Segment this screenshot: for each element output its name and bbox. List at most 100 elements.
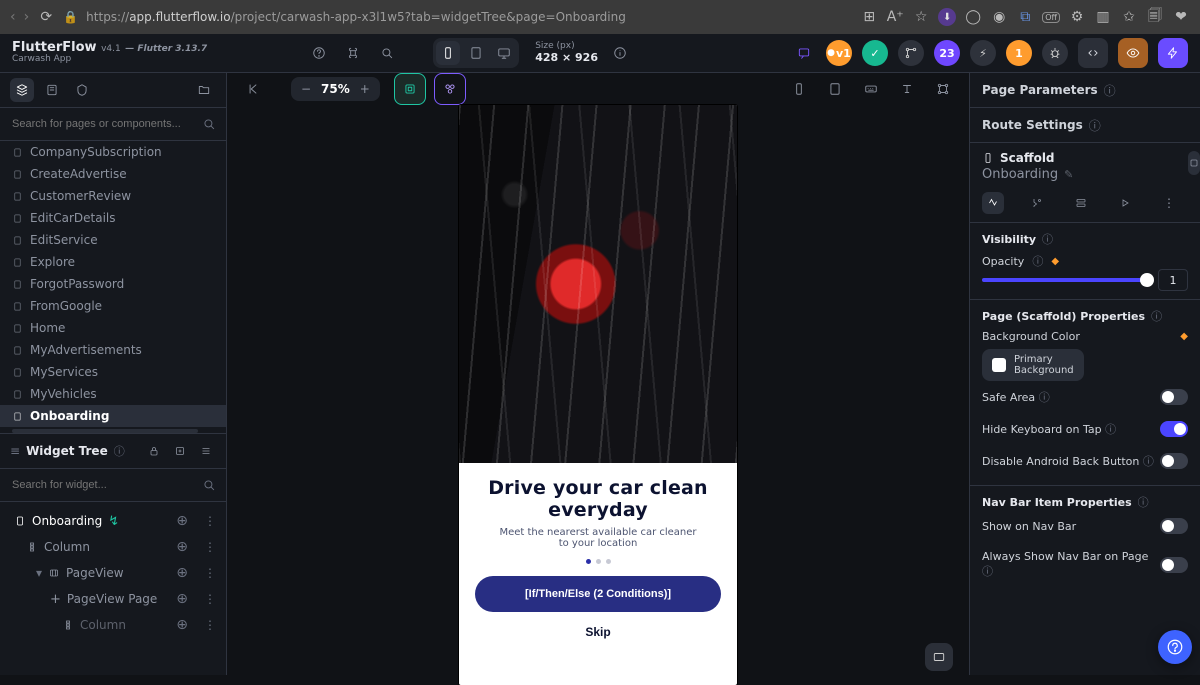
tab-actions-icon[interactable] [1026,192,1048,214]
tree-item[interactable]: +PageView Page⊕⋮ [0,586,226,612]
more-icon[interactable]: ⋮ [204,540,216,554]
canvas-tablet-icon[interactable] [823,77,847,101]
show-navbar-toggle[interactable] [1160,518,1188,534]
help-fab[interactable] [1158,630,1192,664]
help-icon[interactable] [307,41,331,65]
canvas-phone-icon[interactable] [787,77,811,101]
tree-item[interactable]: Column⊕⋮ [0,534,226,560]
heart-icon[interactable]: ❤ [1172,8,1190,26]
page-item[interactable]: MyAdvertisements [0,339,226,361]
tab-style-icon[interactable] [982,192,1004,214]
left-tab-theme-icon[interactable] [70,78,94,102]
multi-select-icon[interactable] [434,73,466,105]
page-parameters-header[interactable]: Page Parameters ⓘ [970,73,1200,108]
search-widget-input[interactable] [10,478,196,492]
shield-ext-icon[interactable]: ◉ [990,8,1008,26]
more-icon[interactable]: ⋮ [204,592,216,606]
device-tablet-icon[interactable] [464,41,488,65]
device-desktop-icon[interactable] [492,41,516,65]
add-tree-icon[interactable] [170,441,190,461]
hide-keyboard-toggle[interactable] [1160,421,1188,437]
safe-area-toggle[interactable] [1160,389,1188,405]
tree-item[interactable]: Column⊕⋮ [0,612,226,638]
route-settings-header[interactable]: Route Settings ⓘ [970,108,1200,143]
run-button[interactable] [1158,38,1188,68]
more-icon[interactable]: ⋮ [204,566,216,580]
skip-button[interactable]: Skip [475,624,721,640]
folder-icon[interactable] [192,78,216,102]
page-item[interactable]: Onboarding [0,405,226,427]
always-show-toggle[interactable] [1160,557,1188,573]
app-install-icon[interactable]: ⊞ [860,8,878,26]
tree-collapse-icon[interactable]: ≡ [10,444,20,458]
primary-button[interactable]: [If/Then/Else (2 Conditions)] [475,576,721,612]
more-icon[interactable]: ⋮ [204,514,216,528]
search-icon[interactable] [375,41,399,65]
page-item[interactable]: MyVehicles [0,383,226,405]
version-badge[interactable]: ●v1 [826,40,852,66]
optimize-icon[interactable]: ⚡ [970,40,996,66]
collections-icon[interactable]: 🗐 [1146,8,1164,26]
add-child-icon[interactable]: ⊕ [176,513,188,529]
disable-back-toggle[interactable] [1160,453,1188,469]
zoom-out-button[interactable]: − [297,80,315,98]
info-icon[interactable]: ⓘ [114,443,125,459]
page-item[interactable]: CompanySubscription [0,141,226,163]
comments-icon[interactable] [792,41,816,65]
component-icon[interactable] [1188,151,1200,175]
back-to-start-icon[interactable] [241,77,265,101]
text-size-icon[interactable]: A⁺ [886,8,904,26]
page-item[interactable]: Explore [0,251,226,273]
issues-23-badge[interactable]: 23 [934,40,960,66]
page-item[interactable]: ForgotPassword [0,273,226,295]
left-tab-pages-icon[interactable] [40,78,64,102]
left-tab-layers-icon[interactable] [10,78,34,102]
code-button[interactable] [1078,38,1108,68]
opacity-slider[interactable]: 1 [982,269,1188,291]
page-item[interactable]: CreateAdvertise [0,163,226,185]
add-child-icon[interactable]: ⊕ [176,539,188,555]
off-ext-icon[interactable]: Off [1042,12,1060,23]
action-icon[interactable]: ↯ [108,514,119,529]
puzzle-ext-icon[interactable]: ⧉ [1016,8,1034,26]
add-child-icon[interactable]: ⊕ [176,565,188,581]
more-icon[interactable]: ⋮ [204,618,216,632]
device-phone-icon[interactable] [436,41,460,65]
zoom-in-button[interactable]: + [356,80,374,98]
add-child-icon[interactable]: ⊕ [176,591,188,607]
add-child-icon[interactable]: ⊕ [176,617,188,633]
check-badge[interactable]: ✓ [862,40,888,66]
canvas-keyboard-icon[interactable] [859,77,883,101]
warnings-1-badge[interactable]: 1 [1006,40,1032,66]
canvas-text-icon[interactable] [895,77,919,101]
select-mode-icon[interactable] [394,73,426,105]
page-item[interactable]: CustomerReview [0,185,226,207]
bug-icon[interactable] [1042,40,1068,66]
page-item[interactable]: FromGoogle [0,295,226,317]
tree-item[interactable]: Onboarding↯⊕⋮ [0,508,226,534]
lock-tree-icon[interactable] [144,441,164,461]
info-icon[interactable] [608,41,632,65]
tab-animate-icon[interactable] [1114,192,1136,214]
opacity-value[interactable]: 1 [1158,269,1188,291]
bg-color-chip[interactable]: PrimaryBackground [982,349,1084,381]
refresh-icon[interactable]: ⟳ [37,8,55,26]
gear-ext-icon[interactable]: ⚙ [1068,8,1086,26]
branch-badge[interactable] [898,40,924,66]
edit-icon[interactable]: ✎ [1064,168,1073,181]
tab-more-icon[interactable]: ⋮ [1158,192,1180,214]
canvas-layout-button[interactable] [925,643,953,671]
preview-button[interactable] [1118,38,1148,68]
tab-backend-icon[interactable] [1070,192,1092,214]
command-icon[interactable] [341,41,365,65]
page-item[interactable]: Home [0,317,226,339]
extension-badge-icon[interactable]: ⬇ [938,8,956,26]
page-item[interactable]: EditService [0,229,226,251]
address-bar[interactable]: https://app.flutterflow.io/project/carwa… [86,10,626,24]
canvas-transform-icon[interactable] [931,77,955,101]
favorites-icon[interactable]: ✩ [1120,8,1138,26]
page-item[interactable]: EditCarDetails [0,207,226,229]
search-pages-input[interactable] [10,117,196,131]
tree-item[interactable]: ▾PageView⊕⋮ [0,560,226,586]
star-icon[interactable]: ☆ [912,8,930,26]
